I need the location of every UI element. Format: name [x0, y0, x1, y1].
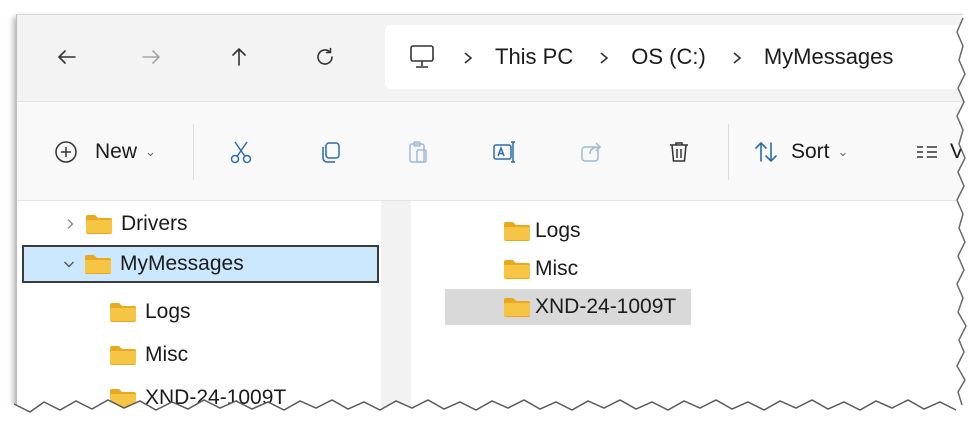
view-button[interactable]: V	[914, 127, 964, 177]
command-bar: New ⌄ Sort ⌄ V	[17, 102, 973, 201]
tree-item-label: XND-24-1009T	[145, 386, 287, 409]
list-item-misc[interactable]: Misc	[445, 251, 691, 287]
tree-item-misc[interactable]: Misc	[109, 336, 369, 374]
back-arrow-icon	[58, 50, 76, 64]
list-item-logs[interactable]: Logs	[445, 213, 691, 249]
share-icon	[581, 142, 602, 162]
breadcrumb[interactable]: This PC OS (C:) MyMessages	[385, 25, 973, 89]
tree-item-label: MyMessages	[120, 252, 244, 275]
chevron-down-icon: ⌄	[837, 144, 849, 159]
sort-button[interactable]: Sort ⌄	[753, 127, 848, 177]
sort-button-label: Sort	[791, 140, 830, 163]
list-item-xnd[interactable]: XND-24-1009T	[445, 289, 691, 325]
delete-button[interactable]	[666, 127, 692, 177]
toolbar-divider	[193, 124, 194, 180]
folder-icon	[109, 345, 137, 365]
folder-icon	[85, 214, 113, 234]
tree-item-xnd[interactable]: XND-24-1009T	[109, 379, 369, 417]
copy-icon	[322, 142, 340, 163]
tree-item-drivers[interactable]: Drivers	[55, 205, 375, 243]
chevron-down-icon: ⌄	[145, 144, 156, 159]
folder-icon	[109, 388, 137, 408]
tree-item-label: Misc	[145, 343, 189, 366]
folder-icon	[503, 221, 531, 241]
plus-circle-icon	[55, 141, 77, 163]
refresh-icon	[317, 47, 333, 65]
cut-button[interactable]	[228, 127, 254, 177]
toolbar-divider	[728, 124, 729, 180]
tree-item-mymessages[interactable]: MyMessages	[22, 245, 379, 283]
tree-item-logs[interactable]: Logs	[109, 293, 369, 331]
breadcrumb-mymessages[interactable]: MyMessages	[764, 44, 894, 70]
file-list: Logs Misc XND-24-1009T	[411, 201, 973, 420]
view-icon	[917, 146, 937, 158]
pane-splitter[interactable]	[381, 201, 411, 420]
breadcrumb-separator[interactable]	[461, 44, 475, 70]
folder-icon	[503, 297, 531, 317]
copy-button[interactable]	[317, 127, 343, 177]
chevron-right-icon[interactable]	[55, 218, 85, 230]
breadcrumb-separator[interactable]	[597, 44, 611, 70]
navigation-pane: Drivers MyMessages Logs Misc XND-24-1009…	[17, 201, 381, 420]
cut-icon	[230, 141, 252, 164]
computer-icon	[407, 42, 437, 72]
forward-arrow-icon	[142, 50, 160, 64]
up-button[interactable]	[219, 37, 259, 77]
paste-button[interactable]	[405, 127, 431, 177]
breadcrumb-this-pc[interactable]: This PC	[495, 44, 573, 70]
new-button-label: New	[95, 140, 138, 163]
refresh-button[interactable]	[305, 37, 345, 77]
new-button[interactable]: New ⌄	[53, 127, 156, 177]
folder-icon	[84, 254, 112, 274]
breadcrumb-separator[interactable]	[730, 44, 744, 70]
folder-icon	[503, 259, 531, 279]
tree-item-label: Drivers	[121, 212, 188, 235]
address-bar-row: This PC OS (C:) MyMessages	[17, 15, 973, 102]
rename-button[interactable]	[491, 127, 517, 177]
file-explorer-window: This PC OS (C:) MyMessages New ⌄ Sort ⌄ …	[16, 14, 973, 420]
chevron-down-icon[interactable]	[54, 258, 84, 270]
up-arrow-icon	[232, 48, 246, 66]
share-button[interactable]	[579, 127, 605, 177]
paste-icon	[409, 141, 427, 163]
list-item-label: XND-24-1009T	[535, 295, 677, 318]
delete-icon	[670, 142, 688, 162]
list-item-label: Logs	[535, 219, 581, 242]
view-button-label: V	[950, 140, 965, 163]
list-item-label: Misc	[535, 257, 579, 280]
tree-item-label: Logs	[145, 300, 191, 323]
forward-button[interactable]	[131, 37, 171, 77]
folder-icon	[109, 302, 137, 322]
rename-icon	[493, 141, 515, 163]
back-button[interactable]	[47, 37, 87, 77]
breadcrumb-os-drive[interactable]: OS (C:)	[631, 44, 706, 70]
sort-icon	[755, 142, 777, 162]
